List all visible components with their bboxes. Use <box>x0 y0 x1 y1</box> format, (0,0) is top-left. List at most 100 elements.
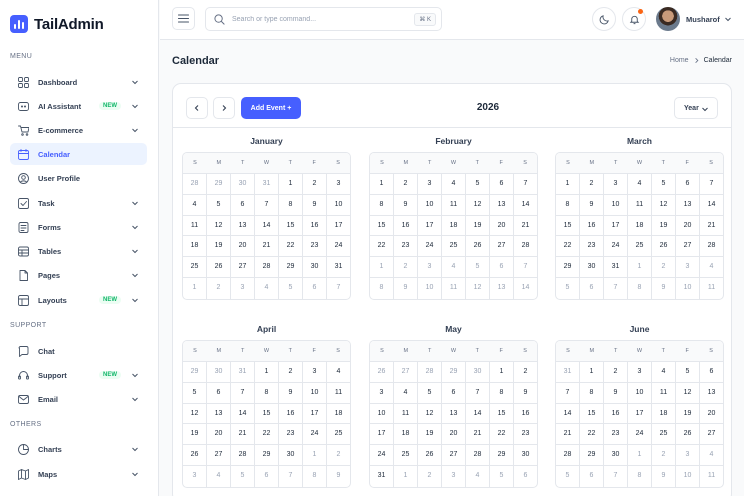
day-cell[interactable]: 8 <box>490 382 514 403</box>
day-cell[interactable]: 14 <box>700 195 723 215</box>
day-cell[interactable]: 30 <box>231 174 255 194</box>
day-cell[interactable]: 6 <box>490 174 514 194</box>
day-cell[interactable]: 7 <box>514 174 537 194</box>
day-cell[interactable]: 15 <box>255 403 279 424</box>
day-cell[interactable]: 15 <box>580 403 604 424</box>
day-cell[interactable]: 31 <box>604 257 628 277</box>
day-cell[interactable]: 19 <box>418 424 442 445</box>
day-cell[interactable]: 2 <box>514 362 537 382</box>
day-cell[interactable]: 4 <box>700 257 723 277</box>
day-cell[interactable]: 6 <box>580 277 604 299</box>
day-cell[interactable]: 19 <box>207 236 231 257</box>
day-cell[interactable]: 7 <box>327 278 350 299</box>
day-cell[interactable]: 16 <box>303 215 327 236</box>
day-cell[interactable]: 17 <box>604 215 628 236</box>
day-cell[interactable]: 6 <box>580 465 604 487</box>
day-cell[interactable]: 15 <box>370 215 394 236</box>
day-cell[interactable]: 5 <box>231 465 255 487</box>
day-cell[interactable]: 13 <box>231 215 255 236</box>
day-cell[interactable]: 2 <box>327 445 350 465</box>
sidebar-item-task[interactable]: Task <box>10 192 147 214</box>
day-cell[interactable]: 11 <box>628 194 652 215</box>
day-cell[interactable]: 27 <box>700 424 723 444</box>
day-cell[interactable]: 29 <box>207 174 231 194</box>
day-cell[interactable]: 29 <box>255 445 279 465</box>
day-cell[interactable]: 4 <box>442 174 466 194</box>
day-cell[interactable]: 2 <box>604 362 628 382</box>
day-cell[interactable]: 5 <box>183 382 207 403</box>
day-cell[interactable]: 4 <box>255 277 279 299</box>
day-cell[interactable]: 20 <box>207 424 231 445</box>
day-cell[interactable]: 29 <box>490 445 514 465</box>
day-cell[interactable]: 26 <box>207 257 231 277</box>
day-cell[interactable]: 11 <box>183 215 207 236</box>
day-cell[interactable]: 4 <box>327 362 350 382</box>
day-cell[interactable]: 15 <box>279 215 303 236</box>
day-cell[interactable]: 14 <box>514 195 537 215</box>
day-cell[interactable]: 12 <box>207 215 231 236</box>
day-cell[interactable]: 1 <box>255 362 279 382</box>
day-cell[interactable]: 4 <box>652 362 676 382</box>
day-cell[interactable]: 12 <box>418 403 442 424</box>
day-cell[interactable]: 18 <box>442 215 466 236</box>
day-cell[interactable]: 10 <box>327 195 350 215</box>
day-cell[interactable]: 21 <box>556 424 580 445</box>
day-cell[interactable]: 9 <box>279 382 303 403</box>
day-cell[interactable]: 14 <box>255 215 279 236</box>
day-cell[interactable]: 16 <box>279 403 303 424</box>
day-cell[interactable]: 19 <box>676 403 700 424</box>
sidebar-item-layouts[interactable]: Layouts NEW <box>10 289 147 311</box>
day-cell[interactable]: 31 <box>327 257 350 277</box>
day-cell[interactable]: 3 <box>418 257 442 277</box>
day-cell[interactable]: 8 <box>370 194 394 215</box>
sidebar-item-dashboard[interactable]: Dashboard <box>10 71 147 93</box>
day-cell[interactable]: 3 <box>442 465 466 487</box>
day-cell[interactable]: 29 <box>580 445 604 465</box>
day-cell[interactable]: 5 <box>556 465 580 487</box>
day-cell[interactable]: 20 <box>490 215 514 236</box>
day-cell[interactable]: 10 <box>676 465 700 487</box>
day-cell[interactable]: 8 <box>279 194 303 215</box>
day-cell[interactable]: 6 <box>231 194 255 215</box>
day-cell[interactable]: 24 <box>628 424 652 445</box>
day-cell[interactable]: 8 <box>370 277 394 299</box>
day-cell[interactable]: 26 <box>183 445 207 465</box>
day-cell[interactable]: 4 <box>207 465 231 487</box>
day-cell[interactable]: 15 <box>556 215 580 236</box>
day-cell[interactable]: 4 <box>628 174 652 194</box>
day-cell[interactable]: 9 <box>303 194 327 215</box>
sidebar-item-tables[interactable]: Tables <box>10 240 147 262</box>
day-cell[interactable]: 14 <box>556 403 580 424</box>
day-cell[interactable]: 24 <box>370 445 394 465</box>
day-cell[interactable]: 2 <box>652 445 676 465</box>
day-cell[interactable]: 19 <box>466 215 490 236</box>
day-cell[interactable]: 3 <box>676 445 700 465</box>
day-cell[interactable]: 10 <box>628 382 652 403</box>
day-cell[interactable]: 9 <box>327 466 350 487</box>
day-cell[interactable]: 7 <box>466 382 490 403</box>
day-cell[interactable]: 22 <box>279 236 303 257</box>
day-cell[interactable]: 21 <box>700 216 723 236</box>
day-cell[interactable]: 23 <box>394 236 418 257</box>
day-cell[interactable]: 5 <box>490 465 514 487</box>
day-cell[interactable]: 11 <box>327 383 350 403</box>
day-cell[interactable]: 30 <box>604 445 628 465</box>
day-cell[interactable]: 8 <box>255 382 279 403</box>
day-cell[interactable]: 2 <box>418 465 442 487</box>
day-cell[interactable]: 8 <box>580 382 604 403</box>
day-cell[interactable]: 13 <box>676 194 700 215</box>
day-cell[interactable]: 4 <box>394 382 418 403</box>
sidebar-item-forms[interactable]: Forms <box>10 216 147 238</box>
day-cell[interactable]: 23 <box>303 236 327 257</box>
day-cell[interactable]: 1 <box>628 445 652 465</box>
day-cell[interactable]: 25 <box>652 424 676 445</box>
day-cell[interactable]: 9 <box>580 194 604 215</box>
day-cell[interactable]: 13 <box>490 194 514 215</box>
sidebar-item-ai-assistant[interactable]: AI Assistant NEW <box>10 95 147 117</box>
day-cell[interactable]: 18 <box>652 403 676 424</box>
day-cell[interactable]: 10 <box>418 194 442 215</box>
sidebar-item-pages[interactable]: Pages <box>10 264 147 286</box>
day-cell[interactable]: 5 <box>207 194 231 215</box>
day-cell[interactable]: 7 <box>514 257 537 277</box>
day-cell[interactable]: 13 <box>490 277 514 299</box>
